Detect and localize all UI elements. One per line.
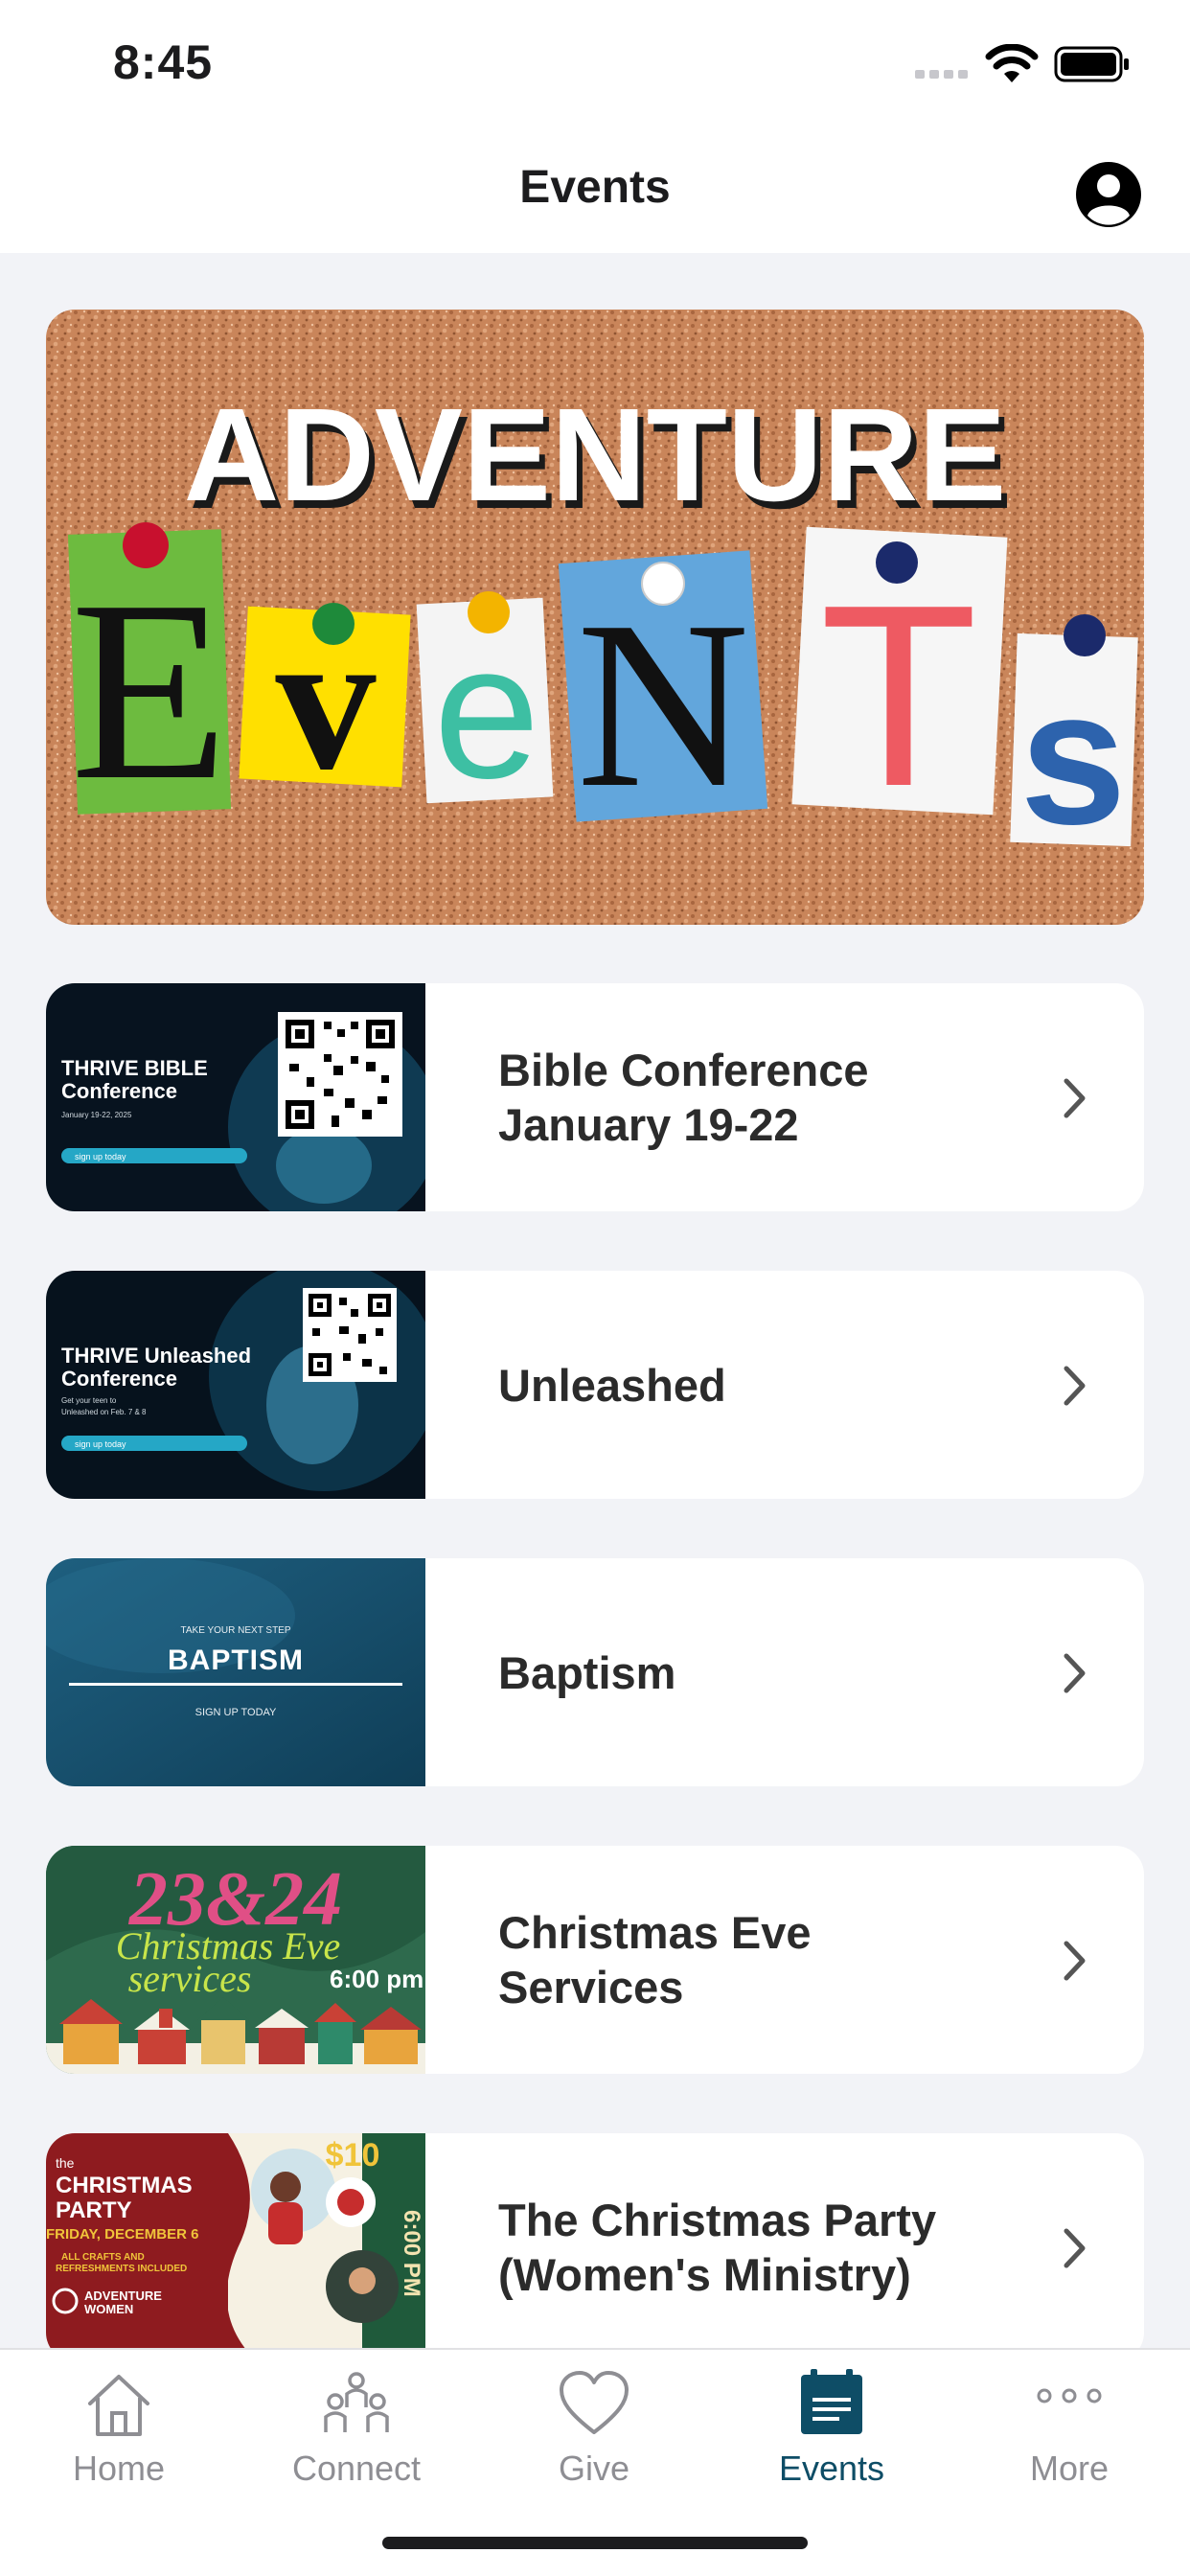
events-list[interactable]: ADVENTURE ADVENTURE E v e N T s THRIVE B… xyxy=(0,253,1190,2348)
tab-connect[interactable]: Connect xyxy=(238,2350,475,2494)
hero-letter-n: N xyxy=(577,572,750,838)
chevron-right-icon xyxy=(1064,2228,1086,2268)
status-time: 8:45 xyxy=(113,35,214,89)
page-title: Events xyxy=(519,162,671,213)
thumb-detail: Get your teen to xyxy=(61,1396,117,1405)
chevron-right-icon xyxy=(1064,1078,1086,1118)
battery-icon xyxy=(1054,46,1129,82)
thumb-date: FRIDAY, DECEMBER 6 xyxy=(46,2226,198,2242)
thumb-cta: sign up today xyxy=(75,1152,126,1162)
tab-label: Give xyxy=(558,2449,630,2488)
chevron-right-icon xyxy=(1064,1941,1086,1981)
hero-title-front: ADVENTURE xyxy=(184,381,1007,529)
thumb-line-2: services xyxy=(128,1957,252,2000)
event-title: Unleashed xyxy=(498,1359,726,1411)
event-title: Bible Conference January 19-22 xyxy=(498,1045,869,1150)
thumb-note: ALL CRAFTS AND xyxy=(61,2252,145,2263)
event-thumbnail: THRIVE Unleashed Conference Get your tee… xyxy=(46,1271,425,1499)
hero-letter-t: T xyxy=(820,552,978,840)
hero-letter-e2: e xyxy=(433,605,539,818)
thumb-note-2: REFRESHMENTS INCLUDED xyxy=(56,2264,187,2274)
tab-more[interactable]: More xyxy=(950,2350,1188,2494)
chevron-right-icon xyxy=(1064,1653,1086,1693)
thumb-heading: THRIVE BIBLE xyxy=(61,1056,208,1080)
thumb-cta: sign up today xyxy=(75,1439,126,1449)
event-thumbnail: THRIVE BIBLE Conference January 19-22, 2… xyxy=(46,983,425,1211)
thumb-heading: CHRISTMAS xyxy=(56,2173,193,2198)
event-card-baptism[interactable]: TAKE YOUR NEXT STEP BAPTISM SIGN UP TODA… xyxy=(46,1558,1144,1786)
thumb-brand: ADVENTURE xyxy=(84,2288,162,2303)
house-icon xyxy=(88,2375,149,2436)
tab-home[interactable]: Home xyxy=(0,2350,238,2494)
event-card-unleashed[interactable]: THRIVE Unleashed Conference Get your tee… xyxy=(46,1271,1144,1499)
thumb-time: 6:00 PM xyxy=(399,2210,424,2297)
thumb-kicker: TAKE YOUR NEXT STEP xyxy=(180,1625,290,1636)
tab-label: Connect xyxy=(291,2449,422,2488)
tab-events[interactable]: Events xyxy=(713,2350,950,2494)
navigation-bar: Events xyxy=(0,134,1190,253)
cellular-signal-icon xyxy=(915,70,968,79)
thumb-time: 6:00 pm xyxy=(330,1965,423,1993)
adventure-events-banner: ADVENTURE ADVENTURE E v e N T s xyxy=(46,310,1144,925)
event-card-christmas-eve-services[interactable]: 23&24 Christmas Eve services 6:00 pm Chr… xyxy=(46,1846,1144,2074)
thumb-heading: BAPTISM xyxy=(168,1644,304,1676)
hero-letter-s: s xyxy=(1019,651,1126,864)
event-thumbnail: $10 6:00 PM the CHRISTMAS PARTY FRIDAY, … xyxy=(46,2133,425,2348)
event-card-bible-conference[interactable]: THRIVE BIBLE Conference January 19-22, 2… xyxy=(46,983,1144,1211)
thumb-subheading: Conference xyxy=(61,1079,177,1103)
status-bar: 8:45 xyxy=(0,0,1190,134)
home-indicator[interactable] xyxy=(382,2537,808,2549)
event-title: Baptism xyxy=(498,1646,676,1698)
tab-label: Home xyxy=(72,2449,166,2488)
hero-letter-e: E xyxy=(71,547,229,834)
event-thumbnail: 23&24 Christmas Eve services 6:00 pm xyxy=(46,1846,425,2074)
thumb-heading: THRIVE Unleashed xyxy=(61,1344,251,1368)
event-thumbnail: TAKE YOUR NEXT STEP BAPTISM SIGN UP TODA… xyxy=(46,1558,425,1786)
thumb-subheading: Conference xyxy=(61,1367,177,1391)
tab-label: More xyxy=(1029,2449,1110,2488)
chevron-right-icon xyxy=(1064,1366,1086,1406)
tab-label: Events xyxy=(778,2449,885,2488)
event-card-christmas-party[interactable]: $10 6:00 PM the CHRISTMAS PARTY FRIDAY, … xyxy=(46,2133,1144,2348)
thumb-heading-2: PARTY xyxy=(56,2197,132,2223)
thumb-detail: January 19-22, 2025 xyxy=(61,1111,132,1119)
person-circle-icon[interactable] xyxy=(1074,160,1143,229)
thumb-brand-2: WOMEN xyxy=(84,2302,133,2316)
thumb-detail-2: Unleashed on Feb. 7 & 8 xyxy=(61,1408,147,1416)
thumb-kicker: the xyxy=(56,2155,75,2171)
thumb-cta: SIGN UP TODAY xyxy=(195,1707,277,1718)
event-title: Christmas Eve Services xyxy=(498,1907,812,2012)
calendar-icon xyxy=(801,2369,862,2434)
wifi-icon xyxy=(985,44,1039,82)
ellipsis-icon xyxy=(1037,2388,1102,2404)
heart-icon xyxy=(560,2371,629,2434)
thumb-price: $10 xyxy=(326,2137,380,2174)
event-title: The Christmas Party (Women's Ministry) xyxy=(498,2195,937,2300)
people-icon xyxy=(324,2372,389,2432)
tab-give[interactable]: Give xyxy=(475,2350,713,2494)
